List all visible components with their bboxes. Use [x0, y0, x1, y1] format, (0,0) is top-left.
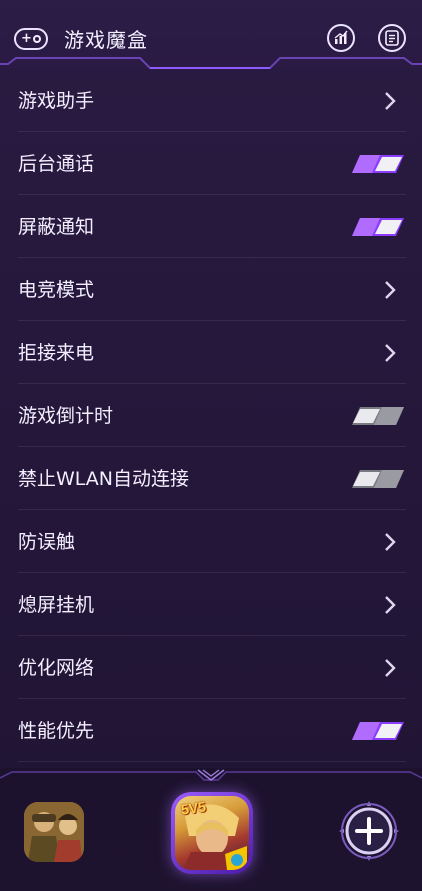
- row-label: 拒接来电: [18, 342, 95, 364]
- chevron-right-icon: [385, 344, 396, 362]
- toggle-switch-off[interactable]: [352, 407, 404, 425]
- row-label: 熄屏挂机: [18, 594, 95, 616]
- row-label: 防误触: [18, 531, 76, 553]
- toggle-switch-on[interactable]: [352, 155, 404, 173]
- add-game-button[interactable]: [338, 800, 400, 862]
- chart-icon: [334, 30, 348, 44]
- settings-row-disable-wlan-auto[interactable]: 禁止WLAN自动连接: [18, 448, 406, 510]
- settings-row-reject-calls[interactable]: 拒接来电: [18, 322, 406, 384]
- settings-row-block-notifications[interactable]: 屏蔽通知: [18, 196, 406, 258]
- chevron-right-icon: [385, 533, 396, 551]
- plus-icon: [339, 801, 399, 861]
- game-icon-pubg[interactable]: [24, 802, 84, 862]
- toggle-switch-off[interactable]: [352, 470, 404, 488]
- soldier-icon: [24, 802, 84, 862]
- settings-row-game-assistant[interactable]: 游戏助手: [18, 70, 406, 132]
- document-icon: [385, 30, 399, 46]
- settings-row-screen-off-idle[interactable]: 熄屏挂机: [18, 574, 406, 636]
- chevron-right-icon: [385, 596, 396, 614]
- row-label: 后台通话: [18, 153, 95, 175]
- row-label: 优化网络: [18, 657, 95, 679]
- stats-button[interactable]: [327, 24, 355, 52]
- toggle-switch-on[interactable]: [352, 722, 404, 740]
- row-label: 游戏助手: [18, 90, 95, 112]
- settings-row-background-call[interactable]: 后台通话: [18, 133, 406, 195]
- row-label: 游戏倒计时: [18, 405, 114, 427]
- game-icon-honor-of-kings[interactable]: 5V5: [171, 792, 253, 874]
- settings-row-esports-mode[interactable]: 电竞模式: [18, 259, 406, 321]
- hero-portrait: 5V5: [175, 796, 249, 870]
- settings-row-anti-mistouch[interactable]: 防误触: [18, 511, 406, 573]
- row-label: 屏蔽通知: [18, 216, 95, 238]
- settings-row-optimize-network[interactable]: 优化网络: [18, 637, 406, 699]
- row-label: 性能优先: [18, 720, 95, 742]
- chevron-right-icon: [385, 659, 396, 677]
- chevron-right-icon: [385, 92, 396, 110]
- menu-button[interactable]: [378, 24, 406, 52]
- page-title: 游戏魔盒: [64, 28, 148, 52]
- settings-row-performance-first[interactable]: 性能优先: [18, 700, 406, 762]
- row-label: 电竞模式: [18, 279, 95, 301]
- settings-row-game-countdown[interactable]: 游戏倒计时: [18, 385, 406, 447]
- game-mode-badge: 5V5: [180, 798, 207, 818]
- chevron-right-icon: [385, 281, 396, 299]
- row-label: 禁止WLAN自动连接: [18, 468, 190, 490]
- toggle-switch-on[interactable]: [352, 218, 404, 236]
- gamepad-icon[interactable]: +: [14, 28, 48, 50]
